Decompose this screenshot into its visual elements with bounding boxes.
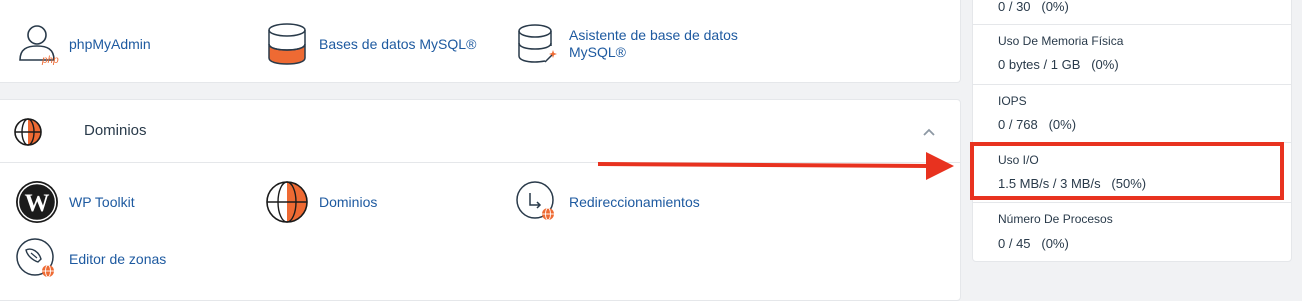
domains-globe-icon	[266, 181, 308, 223]
app-domains[interactable]: Dominios	[265, 180, 377, 224]
mysql-database-icon	[268, 23, 306, 65]
app-label: Bases de datos MySQL®	[319, 35, 477, 52]
app-label: Redireccionamientos	[569, 193, 700, 210]
domains-panel: Dominios W WP Toolkit Dominios Redirecci…	[0, 99, 961, 301]
section-title: Dominios	[84, 122, 147, 139]
app-redirects[interactable]: Redireccionamientos	[515, 180, 700, 224]
chevron-up-icon[interactable]	[921, 124, 937, 140]
app-zone-editor[interactable]: Editor de zonas	[15, 237, 166, 281]
divider	[973, 202, 1291, 203]
mysql-wizard-icon	[518, 24, 557, 63]
databases-panel: php phpMyAdmin Bases de datos MySQL® Asi…	[0, 0, 961, 83]
divider	[973, 24, 1291, 25]
divider	[973, 84, 1291, 85]
app-label: phpMyAdmin	[69, 35, 151, 52]
app-phpmyadmin[interactable]: php phpMyAdmin	[15, 22, 151, 66]
zone-editor-icon	[16, 238, 54, 278]
wordpress-icon: W	[16, 181, 58, 223]
statistics-panel: 0 / 30 (0%) Uso De Memoria Física 0 byte…	[972, 0, 1292, 262]
app-label: Editor de zonas	[69, 250, 167, 267]
stat-value: 0 / 30 (0%)	[998, 0, 1069, 14]
highlight-box	[970, 142, 1284, 200]
stat-name: IOPS	[998, 94, 1027, 108]
app-label: Dominios	[319, 193, 378, 210]
stat-name: Número De Procesos	[998, 212, 1113, 226]
stat-name: Uso De Memoria Física	[998, 34, 1124, 48]
app-mysql-databases[interactable]: Bases de datos MySQL®	[265, 22, 476, 66]
svg-text:php: php	[41, 55, 59, 66]
stat-value: 0 bytes / 1 GB (0%)	[998, 57, 1119, 72]
phpmyadmin-icon: php	[19, 25, 59, 66]
stat-value: 0 / 45 (0%)	[998, 236, 1069, 251]
app-label: WP Toolkit	[69, 193, 135, 210]
svg-text:W: W	[25, 190, 50, 217]
stat-value: 0 / 768 (0%)	[998, 117, 1077, 132]
app-wp-toolkit[interactable]: W WP Toolkit	[15, 180, 135, 224]
app-mysql-wizard[interactable]: Asistente de base de datos MySQL®	[515, 22, 759, 66]
app-label: Asistente de base de datos MySQL®	[569, 27, 738, 60]
annotation-arrow-icon	[597, 152, 954, 180]
redirect-icon	[516, 181, 554, 221]
globe-icon	[14, 118, 42, 146]
